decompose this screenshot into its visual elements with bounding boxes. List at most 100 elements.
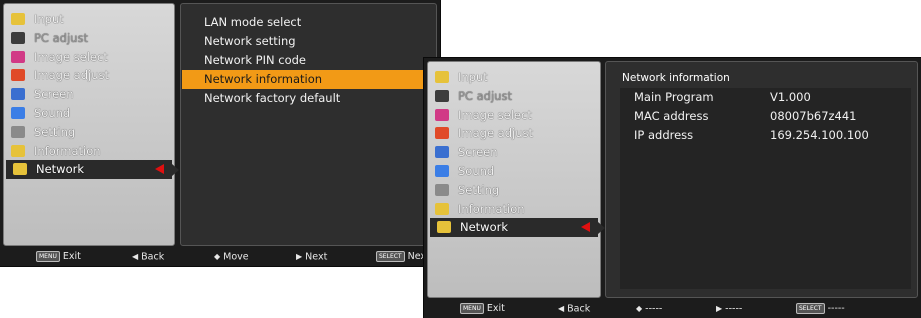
footer-hint-label: ----- xyxy=(725,303,743,315)
screen-icon xyxy=(435,146,449,159)
input-icon xyxy=(11,13,25,25)
menu-item-setting[interactable]: Setting xyxy=(4,123,174,142)
menu-item-label: Information xyxy=(34,143,101,158)
main-menu-list: Input PC adjust Image select Image adjust Sc… xyxy=(428,68,605,238)
footer-hint-2: ◆ Move xyxy=(214,248,249,266)
submenu-item-label: Network factory default xyxy=(204,91,341,105)
footer-hint-2: ◆ ----- xyxy=(636,300,662,318)
key-guide-footer: MENU Exit ◀ Back ◆ Move ▶ Next SELECT Next xyxy=(0,248,440,266)
menu-item-network[interactable]: Network xyxy=(6,160,179,180)
selected-arrow-icon xyxy=(155,164,164,175)
submenu-item-label: LAN mode select xyxy=(204,15,302,29)
arrow-key-icon: ▶ xyxy=(716,304,723,313)
menu-item-image-select[interactable]: Image select xyxy=(4,48,174,67)
network-submenu-panel: LAN mode selectLAN 1 Network setting Netwo… xyxy=(180,3,437,246)
footer-hint-label: Move xyxy=(223,251,249,263)
input-icon xyxy=(435,71,449,83)
main-menu-sidebar: Input PC adjust Image select Image adjust Sc… xyxy=(3,3,179,246)
image-select-icon xyxy=(435,108,449,121)
menu-item-screen[interactable]: Screen xyxy=(428,143,600,162)
footer-hint-label: Exit xyxy=(62,251,81,262)
selected-arrow-icon xyxy=(581,222,590,233)
submenu-item-network-setting[interactable]: Network setting xyxy=(182,32,435,51)
menu-item-sound[interactable]: Sound xyxy=(428,162,600,181)
menu-item-label: Information xyxy=(458,201,525,216)
selection-pointer-icon xyxy=(598,222,605,235)
submenu-item-lan-mode-select[interactable]: LAN mode selectLAN 1 xyxy=(182,13,435,32)
information-icon xyxy=(11,144,25,157)
projector-menu-network-submenu: Input PC adjust Image select Image adjust Sc… xyxy=(0,0,440,266)
projector-menu-network-information: Input PC adjust Image select Image adjust Sc… xyxy=(424,58,921,318)
menu-item-screen[interactable]: Screen xyxy=(4,85,174,104)
arrow-key-icon: ◀ xyxy=(132,252,139,261)
arrow-key-icon: ▶ xyxy=(296,252,303,261)
menu-item-label: Image select xyxy=(458,107,532,122)
info-label: MAC address xyxy=(634,109,709,123)
menu-item-setting[interactable]: Setting xyxy=(428,181,600,200)
network-icon xyxy=(437,221,451,234)
menu-item-network[interactable]: Network xyxy=(430,218,605,238)
menu-item-image-adjust[interactable]: Image adjust xyxy=(4,66,174,85)
info-row-main-program: Main Program V1.000 xyxy=(620,88,911,107)
info-value: 169.254.100.100 xyxy=(770,128,869,142)
menu-item-input[interactable]: Input xyxy=(4,10,174,29)
sound-icon xyxy=(11,106,25,119)
menu-item-label: Input xyxy=(458,70,488,84)
menu-item-label: Image adjust xyxy=(34,68,110,83)
pc-adjust-icon xyxy=(435,89,449,102)
info-label: IP address xyxy=(634,128,694,142)
menu-item-pc-adjust[interactable]: PC adjust xyxy=(428,87,600,106)
footer-hint-4: SELECT ----- xyxy=(796,300,845,318)
menu-item-label: Screen xyxy=(458,145,498,160)
network-submenu-list: LAN mode selectLAN 1 Network setting Netwo… xyxy=(181,13,436,108)
menu-item-label: Setting xyxy=(458,182,500,197)
submenu-item-label: Network PIN code xyxy=(204,53,306,67)
image-adjust-icon xyxy=(11,69,25,82)
footer-hint-label: ----- xyxy=(827,303,845,314)
footer-hint-label: Exit xyxy=(486,303,505,314)
network-information-rows: Main Program V1.000 MAC address 08007b67z44… xyxy=(620,88,911,145)
network-information-box: Main Program V1.000 MAC address 08007b67z44… xyxy=(620,88,911,289)
menu-item-information[interactable]: Information xyxy=(428,200,600,219)
footer-hint-3: ▶ Next xyxy=(296,248,327,266)
menu-key-icon: MENU xyxy=(36,251,60,262)
network-information-panel: Network information Main Program V1.000 MA… xyxy=(605,61,918,298)
screen-icon xyxy=(11,88,25,101)
key-guide-footer: MENU Exit ◀ Back ◆ ----- ▶ ----- SELECT ----- xyxy=(424,300,921,318)
submenu-item-network-information[interactable]: Network information xyxy=(182,70,435,89)
setting-icon xyxy=(435,183,449,196)
select-key-icon: SELECT xyxy=(796,303,825,314)
information-icon xyxy=(435,202,449,215)
menu-item-input[interactable]: Input xyxy=(428,68,600,87)
menu-item-label: Sound xyxy=(458,163,495,178)
sound-icon xyxy=(435,164,449,177)
menu-item-sound[interactable]: Sound xyxy=(4,104,174,123)
submenu-item-network-pin-code[interactable]: Network PIN code xyxy=(182,51,435,70)
menu-item-label: Network xyxy=(36,162,85,177)
footer-hint-1: ◀ Back xyxy=(558,300,590,318)
footer-hint-label: ----- xyxy=(645,303,663,315)
footer-hint-3: ▶ ----- xyxy=(716,300,742,318)
selection-pointer-icon xyxy=(172,164,179,177)
footer-hint-label: Next xyxy=(305,251,328,263)
submenu-item-label: Network information xyxy=(204,72,323,86)
menu-item-pc-adjust[interactable]: PC adjust xyxy=(4,29,174,48)
menu-item-label: Network xyxy=(460,220,509,235)
info-row-mac-address: MAC address 08007b67z441 xyxy=(620,107,911,126)
menu-item-label: PC adjust xyxy=(458,88,512,103)
setting-icon xyxy=(11,125,25,138)
menu-item-image-select[interactable]: Image select xyxy=(428,106,600,125)
menu-item-information[interactable]: Information xyxy=(4,142,174,161)
arrow-key-icon: ◀ xyxy=(558,304,565,313)
arrow-key-icon: ◆ xyxy=(214,252,221,261)
info-label: Main Program xyxy=(634,90,714,104)
arrow-key-icon: ◆ xyxy=(636,304,643,313)
footer-hint-0: MENU Exit xyxy=(36,248,81,266)
info-value: V1.000 xyxy=(770,90,811,104)
submenu-item-network-factory-default[interactable]: Network factory default xyxy=(182,89,435,108)
footer-hint-0: MENU Exit xyxy=(460,300,505,318)
menu-item-image-adjust[interactable]: Image adjust xyxy=(428,124,600,143)
submenu-item-label: Network setting xyxy=(204,34,296,48)
menu-item-label: Sound xyxy=(34,105,71,120)
menu-item-label: PC adjust xyxy=(34,30,88,45)
